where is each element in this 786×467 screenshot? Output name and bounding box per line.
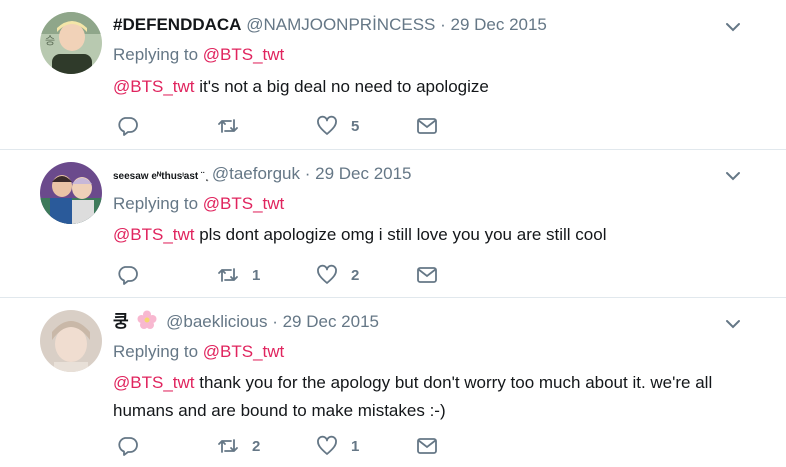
like-icon: [317, 264, 337, 284]
caret-down-icon[interactable]: [724, 315, 742, 333]
tweet[interactable]: 쿵 @baeklicious · 29 Dec 2015 Replying to…: [0, 298, 786, 467]
replying-to: Replying to @BTS_twt: [113, 43, 284, 67]
avatar-image: [40, 162, 102, 224]
mention-link[interactable]: @BTS_twt: [113, 373, 195, 392]
separator-dot: ·: [267, 312, 283, 331]
message-icon: [417, 267, 437, 283]
like-button[interactable]: 1: [316, 434, 359, 458]
message-icon: [417, 438, 437, 454]
like-count: 1: [351, 437, 360, 455]
reply-icon: [118, 437, 138, 456]
like-count: 2: [351, 266, 360, 284]
avatar[interactable]: [40, 162, 102, 224]
replying-to: Replying to @BTS_twt: [113, 340, 284, 364]
reply-icon: [118, 266, 138, 285]
retweet-icon: [218, 439, 238, 453]
message-button[interactable]: [416, 114, 438, 138]
display-name[interactable]: #DEFENDDACA: [113, 15, 241, 34]
like-count: 5: [351, 117, 360, 135]
replying-to-link[interactable]: @BTS_twt: [203, 45, 285, 64]
replying-to-link[interactable]: @BTS_twt: [203, 342, 285, 361]
caret-down-icon[interactable]: [724, 18, 742, 36]
svg-text:승: 승: [45, 34, 55, 47]
retweet-icon: [218, 268, 238, 282]
retweet-count: 2: [252, 437, 261, 455]
display-name[interactable]: 쿵: [113, 312, 129, 331]
avatar[interactable]: [40, 310, 102, 372]
replying-prefix: Replying to: [113, 342, 203, 361]
user-handle[interactable]: @baeklicious: [166, 312, 267, 331]
caret-down-icon[interactable]: [724, 167, 742, 185]
tweet-header: 쿵 @baeklicious · 29 Dec 2015: [113, 309, 379, 335]
mention-link[interactable]: @BTS_twt: [113, 225, 195, 244]
like-button[interactable]: 5: [316, 114, 359, 138]
retweet-button[interactable]: 1: [217, 263, 260, 287]
message-icon: [417, 118, 437, 134]
flower-emoji-icon: [137, 310, 157, 329]
tweet[interactable]: 승 #DEFENDDACA @NAMJOONPRİNCESS · 29 Dec …: [0, 0, 786, 150]
tweet-header: #DEFENDDACA @NAMJOONPRİNCESS · 29 Dec 20…: [113, 12, 547, 38]
like-icon: [317, 435, 337, 455]
reply-button[interactable]: [117, 263, 152, 287]
separator-dot: ·: [300, 164, 316, 183]
replying-prefix: Replying to: [113, 194, 203, 213]
reply-feed: 승 #DEFENDDACA @NAMJOONPRİNCESS · 29 Dec …: [0, 0, 786, 467]
message-button[interactable]: [416, 263, 438, 287]
tweet[interactable]: seesaw eᴺthusᶦast ¨ ̨ @taeforguk · 29 De…: [0, 150, 786, 298]
tweet-date[interactable]: 29 Dec 2015: [315, 164, 411, 183]
like-icon: [317, 115, 337, 135]
display-name[interactable]: seesaw eᴺthusᶦast ¨ ̨: [113, 171, 207, 182]
avatar-image: 승: [40, 12, 102, 74]
tweet-body: it's not a big deal no need to apologize: [194, 77, 489, 96]
tweet-text: @BTS_twt thank you for the apology but d…: [113, 369, 753, 425]
replying-to-link[interactable]: @BTS_twt: [203, 194, 285, 213]
separator-dot: ·: [435, 15, 451, 34]
like-button[interactable]: 2: [316, 263, 359, 287]
retweet-button[interactable]: 2: [217, 434, 260, 458]
reply-button[interactable]: [117, 114, 152, 138]
reply-icon: [118, 117, 138, 136]
user-handle[interactable]: @NAMJOONPRİNCESS: [246, 15, 435, 34]
tweet-body: pls dont apologize omg i still love you …: [194, 225, 607, 244]
message-button[interactable]: [416, 434, 438, 458]
tweet-text: @BTS_twt it's not a big deal no need to …: [113, 73, 753, 101]
replying-to: Replying to @BTS_twt: [113, 192, 284, 216]
retweet-button[interactable]: [217, 114, 252, 138]
reply-button[interactable]: [117, 434, 152, 458]
mention-link[interactable]: @BTS_twt: [113, 77, 195, 96]
replying-prefix: Replying to: [113, 45, 203, 64]
tweet-text: @BTS_twt pls dont apologize omg i still …: [113, 221, 753, 249]
tweet-header: seesaw eᴺthusᶦast ¨ ̨ @taeforguk · 29 De…: [113, 161, 412, 187]
tweet-date[interactable]: 29 Dec 2015: [450, 15, 546, 34]
user-handle[interactable]: @taeforguk: [212, 164, 300, 183]
avatar[interactable]: 승: [40, 12, 102, 74]
avatar-image: [40, 310, 102, 372]
retweet-count: 1: [252, 266, 261, 284]
tweet-date[interactable]: 29 Dec 2015: [283, 312, 379, 331]
tweet-body: thank you for the apology but don't worr…: [113, 373, 713, 420]
retweet-icon: [218, 119, 238, 133]
